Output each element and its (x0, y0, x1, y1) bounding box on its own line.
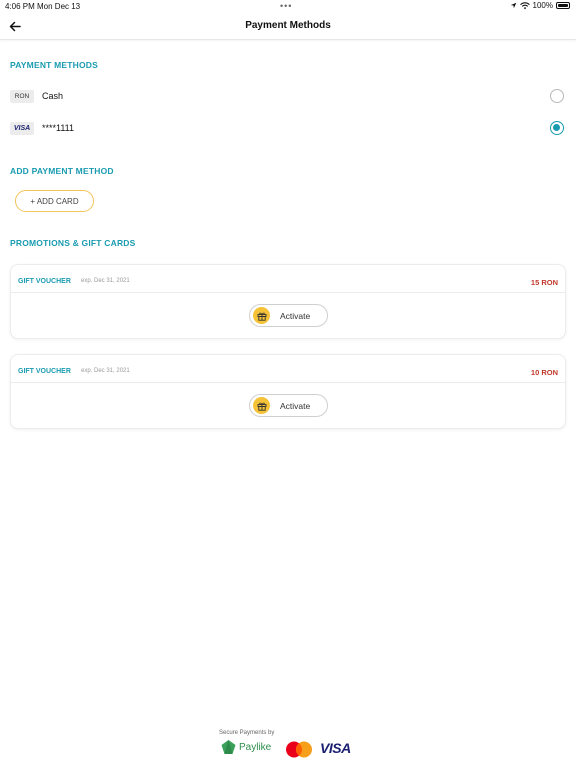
activate-label: Activate (280, 400, 311, 411)
wifi-icon (519, 1, 530, 9)
voucher-card: GIFT VOUCHER exp. Dec 31, 2021 10 RON Ac… (10, 354, 566, 429)
activate-button[interactable]: Activate (249, 304, 328, 327)
battery-icon (556, 2, 570, 9)
payment-method-radio[interactable] (550, 89, 564, 103)
voucher-name: GIFT VOUCHER (18, 368, 71, 375)
page-title: Payment Methods (245, 20, 331, 31)
gift-icon (253, 307, 270, 324)
multitasking-dots-icon[interactable]: ••• (280, 1, 292, 11)
voucher-amount: 10 RON (530, 368, 558, 377)
battery-percent: 100% (532, 1, 553, 10)
voucher-expiry: exp. Dec 31, 2021 (81, 368, 130, 374)
mastercard-logo-icon (286, 741, 312, 758)
paylike-logo: Paylike (220, 739, 271, 756)
payment-methods-heading: PAYMENT METHODS (10, 60, 99, 70)
gift-icon (253, 397, 270, 414)
voucher-name: GIFT VOUCHER (18, 278, 71, 285)
voucher-expiry: exp. Dec 31, 2021 (81, 278, 130, 284)
payment-method-cash[interactable]: RON Cash (10, 86, 566, 106)
currency-badge: RON (10, 89, 34, 103)
activate-button[interactable]: Activate (249, 394, 328, 417)
status-bar: 4:06 PM Mon Dec 13 ••• 100% (0, 0, 576, 12)
status-time: 4:06 PM (5, 2, 35, 11)
visa-badge-icon: VISA (10, 121, 34, 135)
activate-label: Activate (280, 310, 311, 321)
navigation-bar: Payment Methods (0, 12, 576, 40)
visa-logo: VISA (320, 740, 351, 756)
payment-method-radio-selected[interactable] (550, 121, 564, 135)
location-icon (510, 2, 516, 9)
add-payment-heading: ADD PAYMENT METHOD (10, 166, 114, 176)
voucher-header: GIFT VOUCHER exp. Dec 31, 2021 15 RON (11, 265, 565, 293)
secure-payments-text: Secure Payments by (219, 730, 275, 736)
paylike-label: Paylike (239, 742, 272, 753)
voucher-amount: 15 RON (530, 278, 558, 287)
status-date: Mon Dec 13 (37, 2, 81, 11)
paylike-leaf-icon (221, 740, 236, 754)
status-indicators: 100% (510, 1, 570, 10)
add-card-button[interactable]: + ADD CARD (15, 190, 94, 212)
payment-method-visa[interactable]: VISA ****1111 (10, 118, 566, 138)
promotions-heading: PROMOTIONS & GIFT CARDS (10, 238, 136, 248)
payment-method-label: Cash (42, 91, 64, 101)
voucher-header: GIFT VOUCHER exp. Dec 31, 2021 10 RON (11, 355, 565, 383)
voucher-card: GIFT VOUCHER exp. Dec 31, 2021 15 RON Ac… (10, 264, 566, 339)
secure-payments-footer: Secure Payments by Paylike VISA (0, 730, 576, 760)
payment-method-label: ****1111 (42, 123, 75, 133)
